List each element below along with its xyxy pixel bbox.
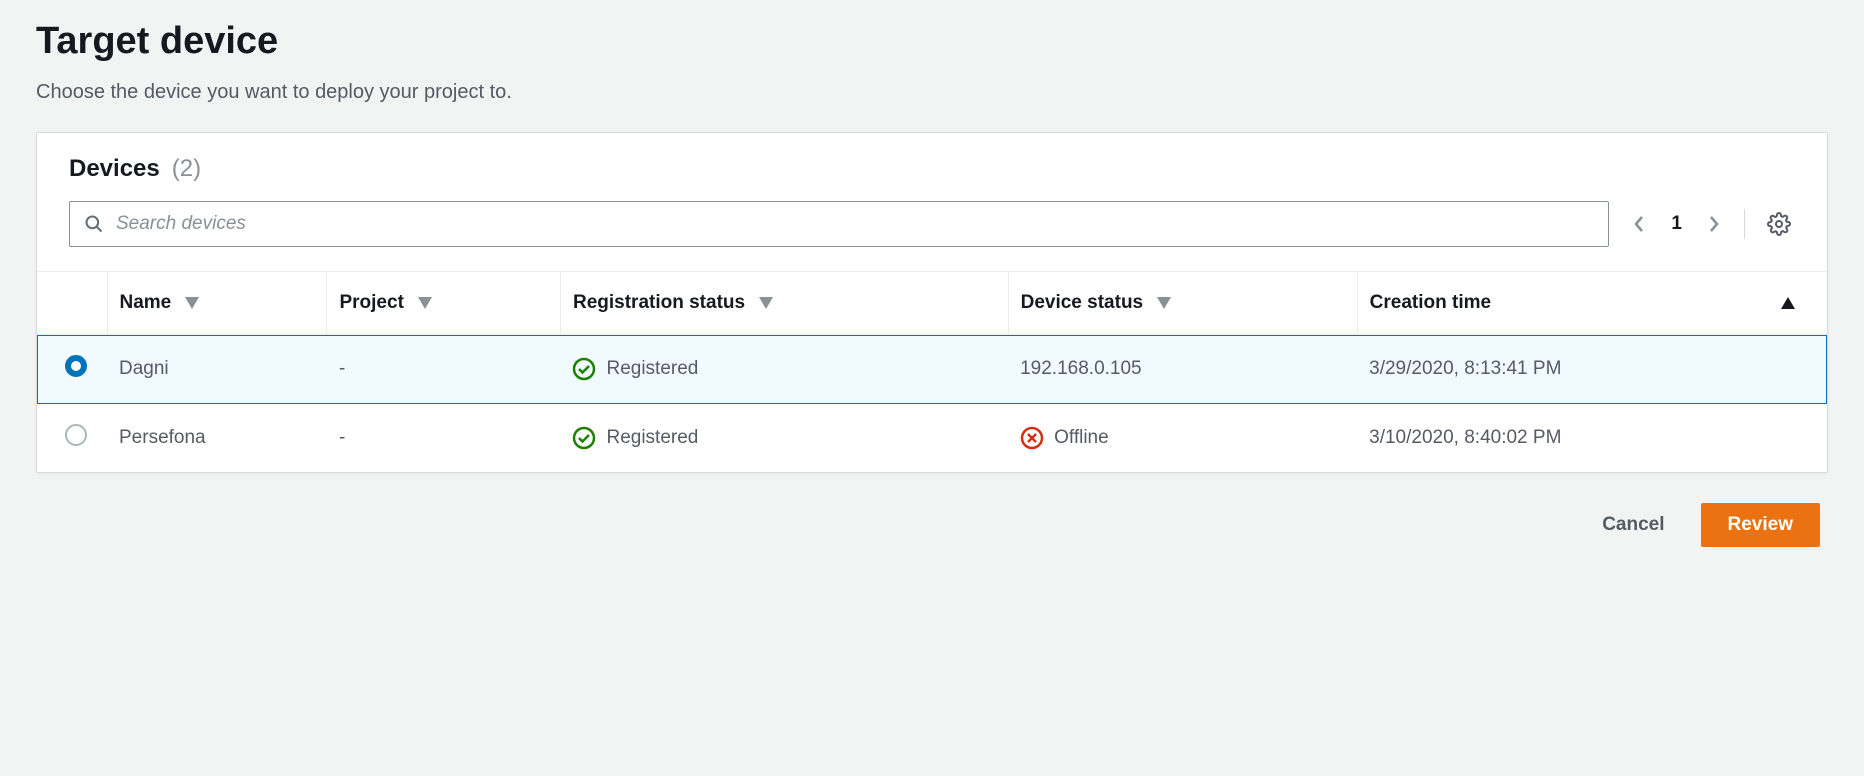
search-field[interactable]	[69, 201, 1609, 247]
row-radio[interactable]	[65, 355, 87, 377]
sort-icon	[1157, 297, 1171, 309]
table-row[interactable]: Persefona- Registered Offline 3/10/2020, 8:…	[37, 404, 1827, 473]
devices-panel: Devices (2) 1	[36, 132, 1828, 473]
device-status-text: Offline	[1054, 427, 1109, 449]
sort-asc-icon	[1781, 297, 1795, 309]
registration-status-text: Registered	[606, 358, 698, 380]
cell-name: Dagni	[107, 335, 327, 404]
page-number: 1	[1671, 213, 1682, 235]
panel-toolbar: 1	[37, 183, 1827, 272]
toolbar-divider	[1744, 209, 1745, 239]
device-status-text: 192.168.0.105	[1020, 358, 1142, 380]
registration-status-text: Registered	[606, 427, 698, 449]
col-device-status[interactable]: Device status	[1008, 272, 1357, 335]
check-circle-icon	[572, 357, 596, 381]
cell-device-status: 192.168.0.105	[1008, 335, 1357, 404]
col-select	[37, 272, 107, 335]
review-button[interactable]: Review	[1701, 503, 1820, 547]
cell-creation-time: 3/29/2020, 8:13:41 PM	[1357, 335, 1827, 404]
sort-icon	[185, 297, 199, 309]
sort-icon	[759, 297, 773, 309]
devices-table: Name Project Registration status	[37, 272, 1827, 472]
next-page-button[interactable]	[1702, 210, 1726, 238]
col-name-label: Name	[120, 292, 172, 314]
settings-button[interactable]	[1763, 208, 1795, 240]
cell-project: -	[327, 335, 561, 404]
cell-registration-status: Registered	[560, 335, 1008, 404]
col-project[interactable]: Project	[327, 272, 561, 335]
panel-title: Devices	[69, 155, 160, 183]
cell-name: Persefona	[107, 404, 327, 473]
search-icon	[84, 214, 104, 234]
page-subtitle: Choose the device you want to deploy you…	[36, 81, 1828, 104]
prev-page-button[interactable]	[1627, 210, 1651, 238]
col-project-label: Project	[339, 292, 403, 314]
page-title: Target device	[36, 20, 1828, 63]
cell-creation-time: 3/10/2020, 8:40:02 PM	[1357, 404, 1827, 473]
x-circle-icon	[1020, 426, 1044, 450]
table-row[interactable]: Dagni- Registered 192.168.0.105 3/29/2020, …	[37, 335, 1827, 404]
cell-device-status: Offline	[1008, 404, 1357, 473]
col-name[interactable]: Name	[107, 272, 327, 335]
panel-count: (2)	[172, 155, 201, 183]
panel-header: Devices (2)	[37, 133, 1827, 183]
sort-icon	[418, 297, 432, 309]
cancel-button[interactable]: Cancel	[1594, 504, 1672, 546]
col-registration-status[interactable]: Registration status	[560, 272, 1008, 335]
gear-icon	[1767, 212, 1791, 236]
chevron-left-icon	[1631, 214, 1647, 234]
row-radio[interactable]	[65, 424, 87, 446]
col-creation-time[interactable]: Creation time	[1357, 272, 1827, 335]
col-device-status-label: Device status	[1021, 292, 1144, 314]
col-creation-time-label: Creation time	[1370, 292, 1491, 314]
chevron-right-icon	[1706, 214, 1722, 234]
check-circle-icon	[572, 426, 596, 450]
cell-registration-status: Registered	[560, 404, 1008, 473]
pagination: 1	[1627, 210, 1726, 238]
cell-project: -	[327, 404, 561, 473]
col-registration-label: Registration status	[573, 292, 745, 314]
footer-actions: Cancel Review	[36, 473, 1828, 557]
search-input[interactable]	[116, 213, 1594, 235]
